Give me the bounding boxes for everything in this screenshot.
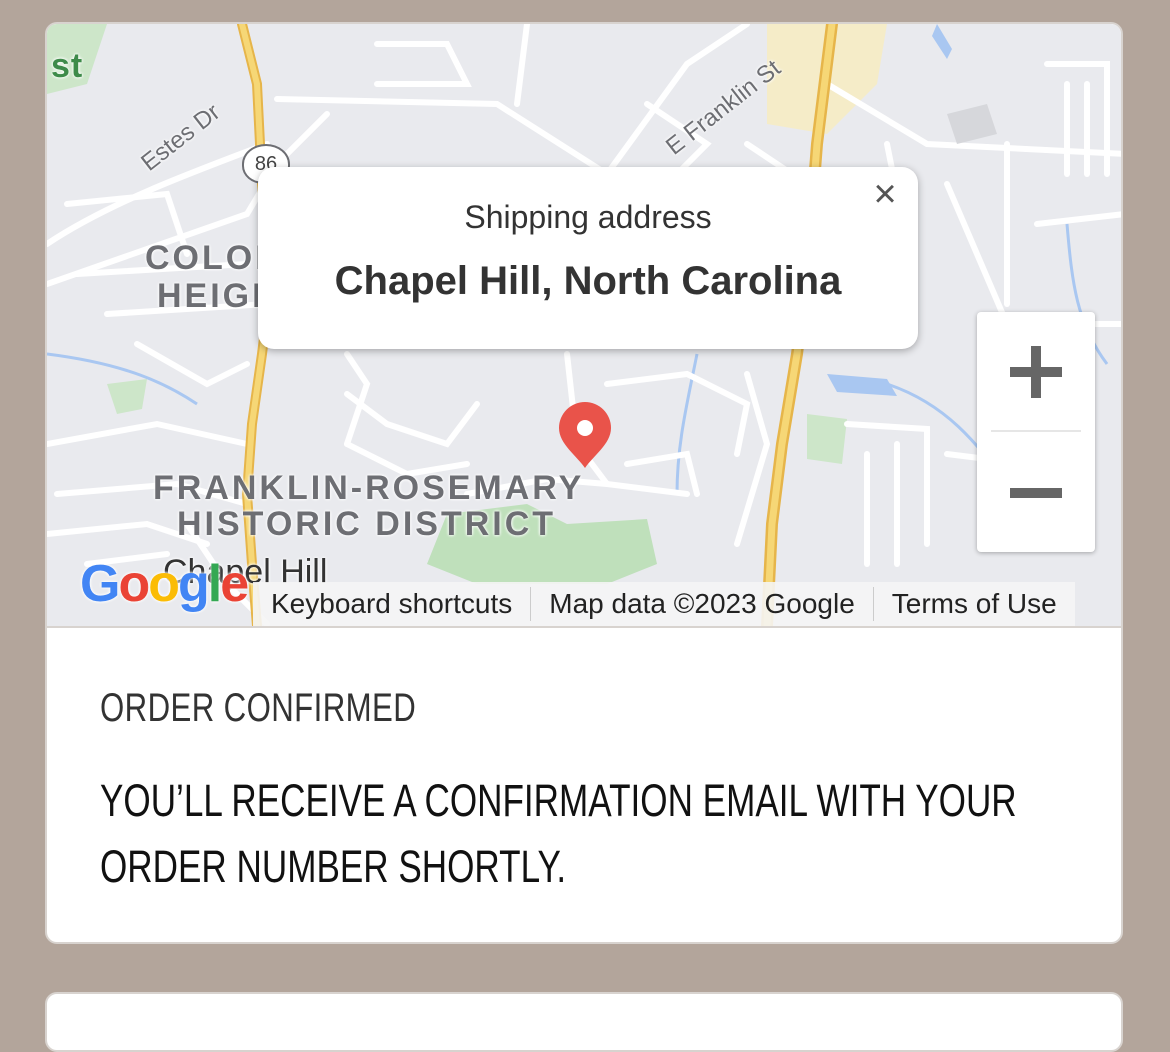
close-icon[interactable]: ×	[868, 174, 902, 214]
info-window: Shipping address Chapel Hill, North Caro…	[258, 167, 918, 349]
zoom-in-button[interactable]	[977, 312, 1095, 430]
map-label-colony-2: HEIGI	[157, 277, 265, 315]
popup-title: Shipping address	[464, 199, 712, 235]
confirmation-title: ORDER CONFIRMED	[100, 686, 417, 730]
keyboard-shortcuts-link[interactable]: Keyboard shortcuts	[253, 588, 530, 620]
confirmation-message: YOU’LL RECEIVE A CONFIRMATION EMAIL WITH…	[100, 775, 1017, 892]
map-attribution: Keyboard shortcuts Map data ©2023 Google…	[253, 582, 1075, 626]
map-label-district-1: FRANKLIN-ROSEMARY	[153, 469, 585, 507]
logo-letter: o	[118, 555, 150, 613]
map-view[interactable]: Estes Dr E Franklin St 86 st COLON HEIGI…	[47, 24, 1121, 626]
google-logo: Google	[80, 554, 249, 614]
location-marker-icon[interactable]	[555, 400, 615, 475]
logo-letter: l	[207, 555, 223, 613]
zoom-control	[977, 312, 1095, 552]
logo-letter: G	[80, 555, 120, 613]
next-card	[45, 992, 1123, 1052]
map-data-text: Map data ©2023 Google	[549, 588, 855, 619]
confirmation-section: ORDER CONFIRMED YOU’LL RECEIVE A CONFIRM…	[47, 626, 1121, 942]
logo-letter: o	[148, 555, 180, 613]
zoom-divider	[991, 430, 1081, 432]
map-label-edge: st	[51, 47, 84, 85]
logo-letter: g	[177, 555, 210, 613]
zoom-out-button[interactable]	[977, 433, 1095, 551]
terms-of-use-link[interactable]: Terms of Use	[874, 588, 1075, 620]
order-confirmation-card: Estes Dr E Franklin St 86 st COLON HEIGI…	[45, 22, 1123, 944]
popup-address: Chapel Hill, North Carolina	[334, 259, 842, 303]
map-label-district-2: HISTORIC DISTRICT	[177, 505, 557, 543]
logo-letter: e	[220, 555, 249, 613]
